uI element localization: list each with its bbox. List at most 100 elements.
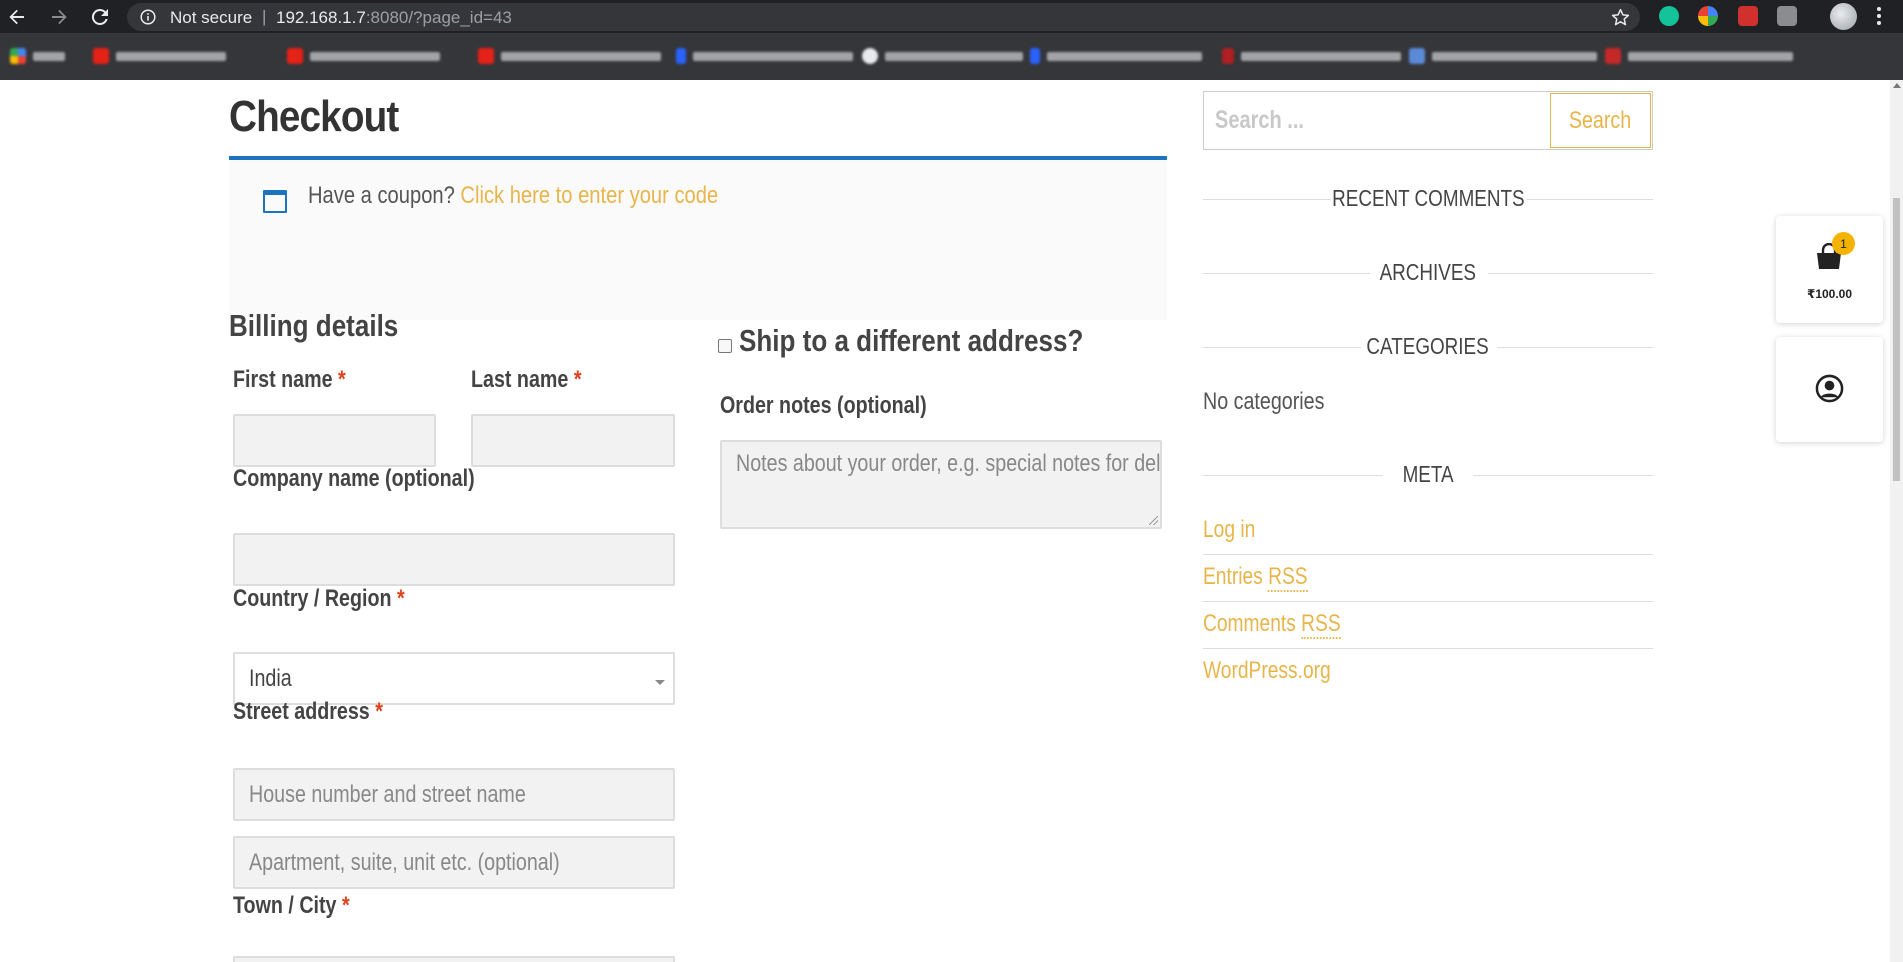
required-mark: *	[337, 366, 346, 393]
coupon-notice: Have a coupon? Click here to enter your …	[229, 160, 1167, 320]
required-mark: *	[341, 892, 350, 919]
recent-comments-title-text: RECENT COMMENTS	[1330, 185, 1526, 212]
bookmark-item[interactable]	[1222, 46, 1401, 66]
bookmark-item[interactable]	[1409, 46, 1597, 66]
reload-icon	[91, 8, 108, 25]
required-mark: *	[375, 698, 383, 725]
no-categories-text: No categories	[1203, 388, 1325, 415]
entries-rss-text: Entries	[1203, 563, 1269, 590]
scrollbar-thumb[interactable]	[1893, 198, 1900, 481]
town-label: Town / City *	[233, 892, 350, 920]
meta-list-item: WordPress.org	[1203, 649, 1653, 696]
rss-abbr: RSS	[1301, 610, 1341, 639]
bookmark-star-icon[interactable]	[1611, 8, 1630, 27]
ship-different-heading[interactable]: Ship to a different address?	[739, 323, 1083, 359]
street-label-text: Street address	[233, 698, 370, 725]
coupon-text: Have a coupon? Click here to enter your …	[308, 182, 718, 210]
meta-heading: META	[1203, 461, 1653, 491]
meta-list-item: Log in	[1203, 508, 1653, 555]
more-menu-icon[interactable]	[1876, 6, 1882, 26]
last-name-field[interactable]	[471, 414, 675, 467]
grammarly-extension-icon[interactable]	[1659, 6, 1679, 26]
recent-comments-title: RECENT COMMENTS	[1203, 185, 1653, 212]
entries-rss-link[interactable]: Entries RSS	[1203, 563, 1308, 592]
url-host: 192.168.1.7	[276, 8, 366, 27]
meta-title-text: META	[1400, 461, 1456, 488]
street-address-placeholder: House number and street name	[249, 780, 526, 808]
profile-avatar[interactable]	[1830, 3, 1857, 30]
forward-arrow-icon	[52, 9, 67, 25]
last-name-label: Last name *	[471, 366, 581, 394]
bookmark-item[interactable]	[1030, 46, 1202, 66]
bookmark-apps[interactable]	[10, 46, 65, 66]
recent-comments-heading: RECENT COMMENTS	[1203, 185, 1653, 215]
dropdown-caret-icon	[655, 680, 665, 685]
resize-handle-icon[interactable]	[1149, 516, 1158, 525]
bookmark-item[interactable]	[478, 46, 661, 66]
billing-heading: Billing details	[229, 308, 399, 343]
meta-list-item: Entries RSS	[1203, 555, 1653, 602]
wordpress-org-link[interactable]: WordPress.org	[1203, 657, 1331, 685]
first-name-field[interactable]	[233, 414, 436, 467]
required-mark: *	[397, 585, 405, 612]
cart-total: ₹100.00	[1806, 287, 1853, 301]
order-notes-placeholder: Notes about your order, e.g. special not…	[736, 450, 1162, 477]
archives-heading: ARCHIVES	[1203, 259, 1653, 289]
bookmark-item[interactable]	[1605, 46, 1793, 66]
town-field[interactable]	[233, 956, 675, 962]
meta-title: META	[1203, 461, 1653, 488]
bookmark-item[interactable]	[862, 46, 1023, 66]
country-label: Country / Region *	[233, 585, 405, 613]
meta-list-item: Comments RSS	[1203, 602, 1653, 649]
street-address-2-placeholder: Apartment, suite, unit etc. (optional)	[249, 848, 560, 876]
wordpress-org-text: WordPress.org	[1203, 657, 1331, 684]
login-link[interactable]: Log in	[1203, 516, 1255, 544]
bookmarks-bar	[0, 33, 1903, 80]
categories-title-text: CATEGORIES	[1365, 333, 1491, 360]
required-mark: *	[573, 366, 582, 393]
first-name-label: First name *	[233, 366, 346, 394]
floating-account[interactable]	[1776, 337, 1883, 442]
cart-count-badge: 1	[1832, 232, 1855, 255]
address-bar[interactable]: Not secure | 192.168.1.7:8080/?page_id=4…	[127, 3, 1640, 31]
browser-toolbar: Not secure | 192.168.1.7:8080/?page_id=4…	[0, 0, 1903, 33]
street-address-field[interactable]: House number and street name	[233, 768, 675, 821]
color-extension-icon[interactable]	[1698, 6, 1718, 26]
archives-title-text: ARCHIVES	[1378, 259, 1478, 286]
info-icon[interactable]	[140, 9, 156, 25]
reload-button[interactable]	[87, 4, 113, 30]
ship-different-checkbox[interactable]	[718, 339, 732, 353]
last-name-label-text: Last name	[471, 366, 569, 393]
order-notes-textarea[interactable]: Notes about your order, e.g. special not…	[720, 440, 1162, 529]
comments-rss-text: Comments	[1203, 610, 1302, 637]
street-address-2-field[interactable]: Apartment, suite, unit etc. (optional)	[233, 836, 675, 889]
search-button[interactable]: Search	[1550, 93, 1651, 148]
bookmark-item[interactable]	[676, 46, 853, 66]
extension-icon[interactable]	[1777, 6, 1797, 26]
back-arrow-icon	[9, 9, 24, 25]
archives-title: ARCHIVES	[1203, 259, 1653, 286]
login-link-text: Log in	[1203, 516, 1256, 543]
search-placeholder: Search ...	[1215, 106, 1304, 134]
coupon-link[interactable]: Click here to enter your code	[460, 182, 718, 209]
page-scrollbar[interactable]	[1890, 80, 1903, 962]
user-circle-icon	[1815, 374, 1844, 403]
page-title: Checkout	[229, 92, 399, 141]
scroll-up-arrow-icon[interactable]	[1893, 83, 1901, 88]
url-text[interactable]: 192.168.1.7:8080/?page_id=43	[276, 8, 512, 28]
security-status: Not secure	[170, 8, 253, 27]
back-button[interactable]	[4, 4, 30, 30]
url-path: :8080/?page_id=43	[365, 8, 512, 27]
order-notes-label: Order notes (optional)	[720, 392, 927, 419]
comments-rss-link[interactable]: Comments RSS	[1203, 610, 1341, 639]
forward-button[interactable]	[46, 4, 72, 30]
bookmark-item[interactable]	[287, 46, 440, 66]
coupon-prompt: Have a coupon?	[308, 182, 455, 209]
company-field[interactable]	[233, 533, 675, 586]
floating-cart[interactable]: 1 ₹100.00	[1776, 216, 1883, 323]
bookmark-item[interactable]	[93, 46, 226, 66]
omnibox-separator: |	[262, 7, 267, 26]
pocket-extension-icon[interactable]	[1738, 6, 1758, 26]
first-name-label-text: First name	[233, 366, 333, 393]
country-label-text: Country / Region	[233, 585, 392, 612]
